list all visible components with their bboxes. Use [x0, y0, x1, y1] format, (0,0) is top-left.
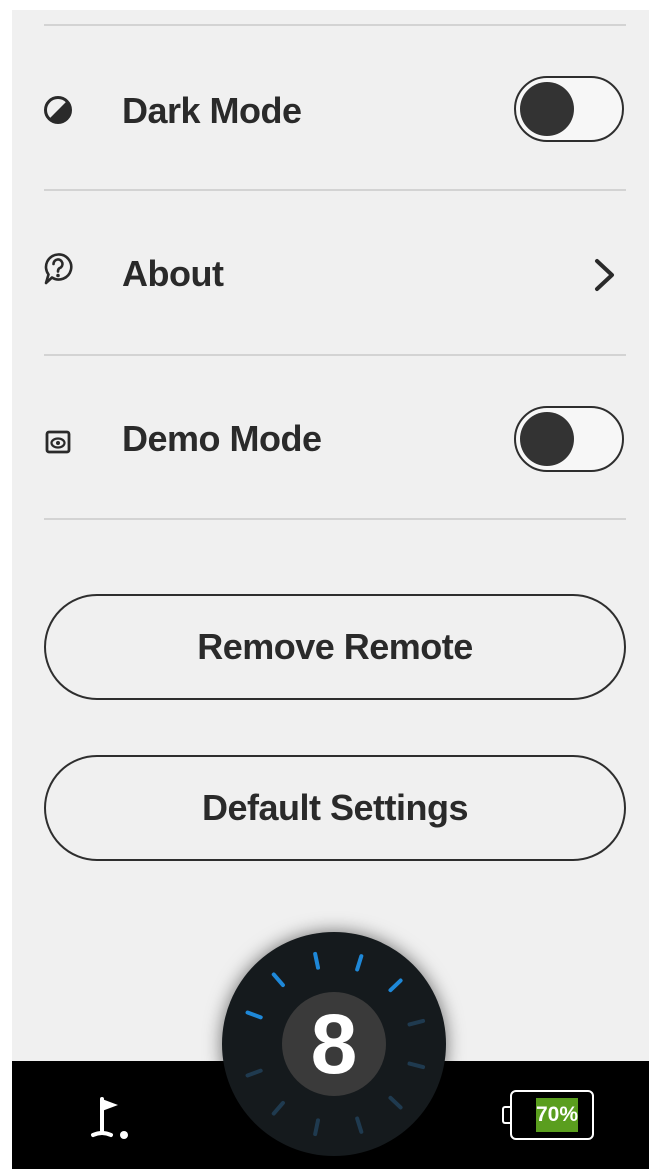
divider: [44, 518, 626, 520]
divider: [44, 189, 626, 191]
battery-label: 70%: [535, 1103, 579, 1126]
settings-screen: Dark Mode About Demo Mode Remove Remote …: [12, 10, 649, 1169]
settings-row-demo-mode: Demo Mode: [12, 380, 649, 500]
dial-tick: [245, 1010, 263, 1020]
dial-tick: [313, 951, 321, 970]
dial-center: 8: [282, 992, 386, 1096]
dial-tick: [388, 978, 403, 993]
battery-icon: 70%: [502, 1090, 594, 1140]
about-label: About: [122, 253, 224, 294]
settings-row-about[interactable]: About: [12, 215, 649, 335]
dial-tick: [407, 1018, 426, 1027]
dial-tick: [313, 1118, 321, 1137]
demo-mode-label: Demo Mode: [122, 418, 322, 459]
dark-mode-toggle[interactable]: [514, 76, 624, 142]
golf-flag-icon[interactable]: [88, 1093, 148, 1147]
question-bubble-icon: [42, 253, 74, 285]
dial-tick: [271, 1100, 285, 1116]
chevron-right-icon[interactable]: [592, 255, 618, 295]
settings-row-dark-mode: Dark Mode: [12, 50, 649, 170]
dial-value: 8: [310, 997, 358, 1091]
dark-mode-label: Dark Mode: [122, 90, 302, 131]
remove-remote-button[interactable]: Remove Remote: [44, 594, 626, 700]
dial-tick: [407, 1061, 426, 1070]
battery-tip: [502, 1106, 510, 1124]
speed-dial[interactable]: 8: [222, 932, 446, 1156]
dial-tick: [271, 972, 285, 988]
dial-tick: [388, 1095, 403, 1110]
dial-tick: [245, 1068, 263, 1078]
demo-mode-toggle[interactable]: [514, 406, 624, 472]
toggle-knob: [520, 412, 574, 466]
dial-tick: [355, 954, 364, 972]
contrast-icon: [42, 94, 74, 126]
default-settings-button[interactable]: Default Settings: [44, 755, 626, 861]
divider: [44, 24, 626, 26]
divider: [44, 354, 626, 356]
dial-tick: [355, 1116, 364, 1134]
eye-card-icon: [42, 426, 74, 458]
toggle-knob: [520, 82, 574, 136]
